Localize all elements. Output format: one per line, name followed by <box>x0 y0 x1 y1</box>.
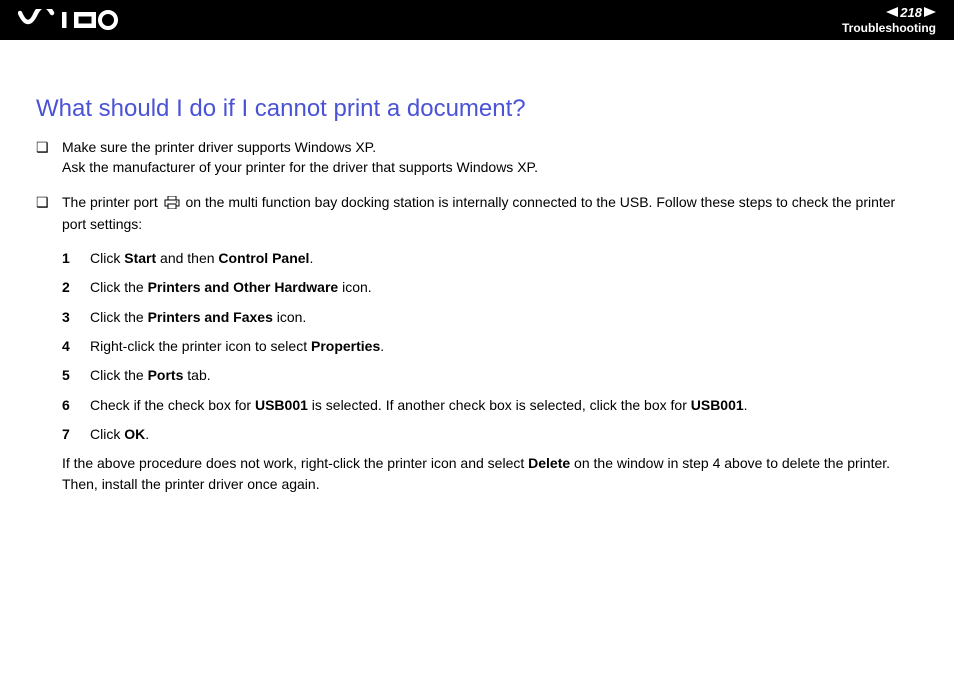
closing-text: If the above procedure does not work, ri… <box>62 453 918 494</box>
step-number: 5 <box>62 365 90 385</box>
page-heading: What should I do if I cannot print a doc… <box>36 95 918 123</box>
step-text: Check if the check box for USB001 is sel… <box>90 395 918 415</box>
step-item: 1 Click Start and then Control Panel. <box>62 248 918 268</box>
vaio-logo <box>18 9 118 31</box>
bullet-marker-icon: ❑ <box>36 192 62 212</box>
page-number: 218 <box>900 5 922 20</box>
text-line: Make sure the printer driver supports Wi… <box>62 139 376 155</box>
step-text: Click OK. <box>90 424 918 444</box>
step-number: 4 <box>62 336 90 356</box>
printer-icon <box>164 194 180 214</box>
step-item: 3 Click the Printers and Faxes icon. <box>62 307 918 327</box>
text-line: Ask the manufacturer of your printer for… <box>62 159 538 175</box>
page-content: What should I do if I cannot print a doc… <box>0 40 954 514</box>
step-text: Right-click the printer icon to select P… <box>90 336 918 356</box>
step-text: Click Start and then Control Panel. <box>90 248 918 268</box>
nav-prev-arrow-icon[interactable] <box>886 5 898 20</box>
text-span: on the multi function bay docking statio… <box>62 194 895 232</box>
step-item: 6 Check if the check box for USB001 is s… <box>62 395 918 415</box>
page-navigation: 218 <box>886 5 936 20</box>
step-text: Click the Ports tab. <box>90 365 918 385</box>
step-number: 7 <box>62 424 90 444</box>
bullet-item: ❑ The printer port on the multi function… <box>36 192 918 235</box>
header-right: 218 Troubleshooting <box>842 5 936 35</box>
bullet-marker-icon: ❑ <box>36 137 62 157</box>
step-number: 3 <box>62 307 90 327</box>
nav-next-arrow-icon[interactable] <box>924 5 936 20</box>
document-header: 218 Troubleshooting <box>0 0 954 40</box>
step-item: 5 Click the Ports tab. <box>62 365 918 385</box>
step-item: 2 Click the Printers and Other Hardware … <box>62 277 918 297</box>
step-item: 4 Right-click the printer icon to select… <box>62 336 918 356</box>
bullet-item: ❑ Make sure the printer driver supports … <box>36 137 918 178</box>
step-text: Click the Printers and Faxes icon. <box>90 307 918 327</box>
step-number: 1 <box>62 248 90 268</box>
step-number: 6 <box>62 395 90 415</box>
bullet-text: The printer port on the multi function b… <box>62 192 918 235</box>
step-text: Click the Printers and Other Hardware ic… <box>90 277 918 297</box>
bullet-text: Make sure the printer driver supports Wi… <box>62 137 918 178</box>
section-label: Troubleshooting <box>842 21 936 35</box>
step-item: 7 Click OK. <box>62 424 918 444</box>
text-span: The printer port <box>62 194 162 210</box>
numbered-steps: 1 Click Start and then Control Panel. 2 … <box>62 248 918 444</box>
step-number: 2 <box>62 277 90 297</box>
